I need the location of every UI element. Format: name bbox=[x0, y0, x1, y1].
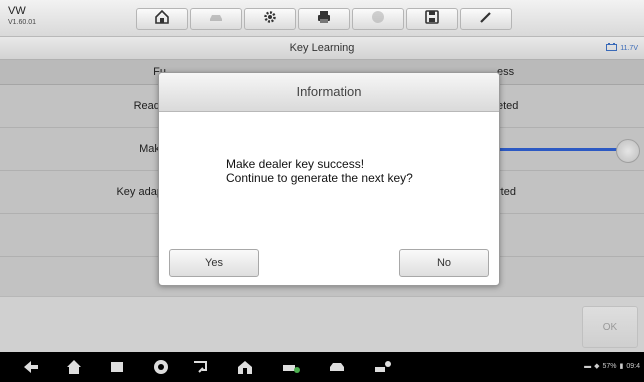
help-button[interactable] bbox=[352, 8, 404, 30]
settings-button[interactable] bbox=[244, 8, 296, 30]
dialog-message: Make dealer key success! Continue to gen… bbox=[226, 157, 413, 185]
save-button[interactable] bbox=[406, 8, 458, 30]
home-icon bbox=[154, 9, 170, 30]
action-bar bbox=[0, 296, 644, 353]
wifi-icon: ◆ bbox=[594, 363, 600, 370]
android-nav-bar: ▬ ◆ 57% ▮ 09:4 bbox=[0, 352, 644, 382]
app-version: V1.60.01 bbox=[8, 19, 37, 26]
pen-icon bbox=[478, 9, 494, 30]
dialog-header: Information bbox=[159, 73, 499, 112]
battery-icon bbox=[606, 43, 618, 53]
back-icon[interactable] bbox=[22, 359, 40, 375]
print-button[interactable] bbox=[298, 8, 350, 30]
car-icon[interactable] bbox=[328, 359, 346, 375]
maxisys-home-icon[interactable] bbox=[236, 359, 254, 375]
message-icon: ▬ bbox=[584, 362, 592, 370]
shop-icon[interactable] bbox=[374, 359, 392, 375]
chrome-icon[interactable] bbox=[152, 359, 170, 375]
page-title: Key Learning bbox=[289, 42, 355, 54]
title-bar: Key Learning 11.7V bbox=[0, 37, 644, 60]
top-toolbar: VW V1.60.01 bbox=[0, 0, 644, 37]
battery-percent: 57% bbox=[602, 362, 617, 370]
dialog-message-line1: Make dealer key success! bbox=[226, 157, 365, 171]
home-icon[interactable] bbox=[65, 359, 83, 375]
information-dialog: Information Make dealer key success! Con… bbox=[158, 72, 500, 286]
printer-icon bbox=[316, 9, 332, 30]
vehicle-swap-icon bbox=[208, 9, 224, 30]
gear-icon bbox=[262, 9, 278, 30]
data-logging-button[interactable] bbox=[460, 8, 512, 30]
battery-voltage: 11.7V bbox=[606, 43, 638, 53]
recents-icon[interactable] bbox=[108, 359, 126, 375]
screen-cast-icon[interactable] bbox=[192, 359, 210, 375]
help-icon bbox=[370, 9, 386, 30]
vehicle-swap-button[interactable] bbox=[190, 8, 242, 30]
ok-button[interactable]: OK bbox=[582, 306, 638, 348]
clock: 09:4 bbox=[626, 362, 640, 370]
vehicle-service-icon[interactable] bbox=[282, 359, 300, 375]
yes-button[interactable]: Yes bbox=[169, 249, 259, 277]
dialog-message-line2: Continue to generate the next key? bbox=[226, 171, 413, 185]
save-icon bbox=[424, 9, 440, 30]
battery-icon: ▮ bbox=[619, 363, 624, 370]
no-button[interactable]: No bbox=[399, 249, 489, 277]
status-bar: ▬ ◆ 57% ▮ 09:4 bbox=[584, 362, 640, 371]
app-name: VW bbox=[8, 5, 26, 17]
home-button[interactable] bbox=[136, 8, 188, 30]
battery-voltage-value: 11.7V bbox=[620, 44, 638, 52]
dialog-title: Information bbox=[296, 84, 362, 99]
